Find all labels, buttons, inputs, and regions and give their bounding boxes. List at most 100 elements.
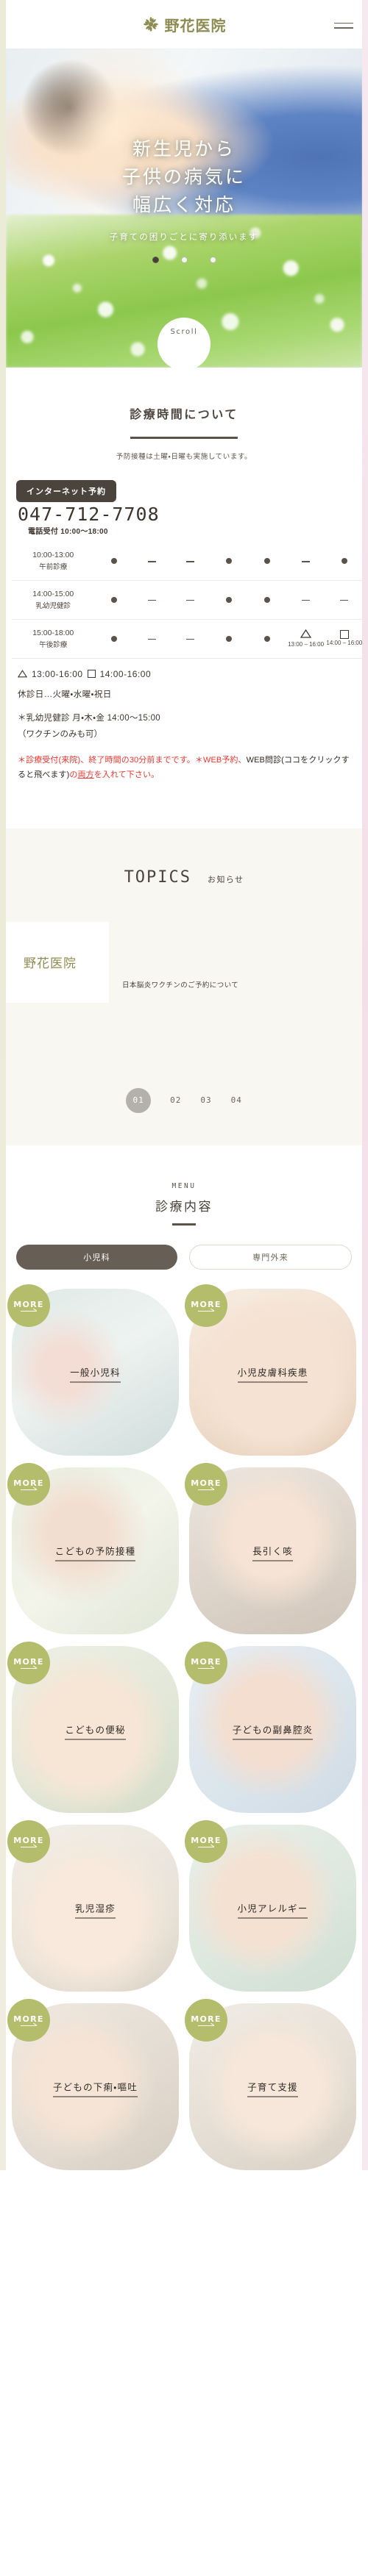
hours-cell-wed (171, 542, 210, 581)
more-label: MORE (13, 1835, 44, 1845)
service-card[interactable]: MORE 一般小児科 (7, 1284, 179, 1456)
open-dot-icon (264, 557, 271, 564)
topics-card[interactable]: 野花医院 日本脳炎ワクチンのご予約について (0, 921, 368, 1003)
warning-part-1: ＊診療受付(来院)、終了時間の30分前までです。＊WEB予約、 (18, 755, 247, 765)
hero-headline-line-3: 幅広く対応 (132, 194, 236, 215)
service-card-label: こどもの便秘 (65, 1724, 126, 1740)
more-badge[interactable]: MORE (7, 1284, 50, 1327)
service-card-label: こどもの予防接種 (54, 1545, 136, 1561)
checkup-note-text: ＊乳幼児健診 月・木・金 14:00〜15:00 (18, 713, 160, 723)
topics-card-body: 日本脳炎ワクチンのご予約について (109, 922, 368, 1003)
table-row: 15:00-18:00 午後診療 13:00 – 16:00 14:00 – 1… (12, 619, 364, 659)
service-card-label-wrap: 子育て支援 (189, 2080, 356, 2097)
legend-square-text: 14:00-16:00 (99, 668, 152, 679)
topics-pagination[interactable]: 01 02 03 04 (0, 1087, 368, 1113)
hours-cell-thu (210, 580, 249, 620)
more-badge[interactable]: MORE (185, 1998, 227, 2042)
more-label: MORE (13, 2014, 44, 2024)
triangle-icon (300, 629, 312, 638)
hours-vaccination-note: 予防接種は土曜・日曜も実施しています。 (116, 453, 252, 461)
service-card[interactable]: MORE 長引く咳 (185, 1462, 356, 1634)
closed-dash-icon (302, 561, 311, 562)
closed-dash-icon (148, 600, 157, 601)
hours-cell-thu (210, 619, 249, 659)
hero-slider-dot-3[interactable] (209, 257, 216, 263)
hamburger-menu-icon[interactable] (334, 19, 353, 29)
closed-days-text: 休診日…火曜・水曜・祝日 (18, 690, 112, 699)
menu-tabs: 小児科 専門外来 (0, 1226, 368, 1270)
hours-table: 10:00-13:00 午前診療 14:00-15:00 乳幼児健診 15:00… (12, 542, 364, 659)
service-card[interactable]: MORE 小児アレルギー (185, 1820, 356, 1992)
arrow-right-icon (21, 2025, 37, 2026)
hamburger-bar (334, 23, 353, 24)
topics-page-04[interactable]: 04 (231, 1095, 242, 1105)
hours-cell-sun (325, 580, 364, 620)
service-card-label-wrap: 小児皮膚科疾患 (189, 1365, 356, 1383)
hours-cell-tue (132, 542, 171, 581)
hours-cell-tue (132, 619, 171, 659)
hours-cell-fri (248, 619, 287, 659)
topics-header: TOPICS お知らせ (0, 868, 368, 887)
consultation-hours-section: 診療時間について 予防接種は土曜・日曜も実施しています。 インターネット予約 0… (0, 368, 368, 790)
service-card[interactable]: MORE 小児皮膚科疾患 (185, 1284, 356, 1456)
more-badge[interactable]: MORE (185, 1641, 227, 1684)
more-badge[interactable]: MORE (7, 1998, 50, 2042)
arrow-right-icon (198, 1667, 214, 1669)
hero-subheadline: 子育ての困りごとに寄り添います (109, 232, 259, 242)
more-badge[interactable]: MORE (185, 1462, 227, 1506)
service-card[interactable]: MORE 乳児湿疹 (7, 1820, 179, 1992)
more-label: MORE (13, 1299, 44, 1309)
hero-slider-dots[interactable] (6, 257, 362, 263)
arrow-right-icon (198, 1489, 214, 1490)
hero-slider-dot-2[interactable] (180, 257, 188, 263)
more-badge[interactable]: MORE (185, 1284, 227, 1327)
service-card[interactable]: MORE 子どもの下痢・嘔吐 (7, 1998, 179, 2170)
scroll-indicator[interactable]: Scroll (158, 318, 210, 368)
hours-row-time: 15:00-18:00 (32, 628, 74, 637)
open-dot-icon (226, 557, 233, 564)
hero-headline-line-2: 子供の病気に (121, 166, 246, 187)
hero-slider-dot-1[interactable] (152, 257, 159, 263)
more-badge[interactable]: MORE (7, 1820, 50, 1863)
arrow-right-icon (198, 2025, 214, 2026)
open-dot-icon (110, 596, 117, 603)
tab-specialty-clinic[interactable]: 専門外来 (189, 1244, 352, 1270)
service-card[interactable]: MORE こどもの予防接種 (7, 1462, 179, 1634)
service-card-label-wrap: 子どもの下痢・嘔吐 (12, 2080, 179, 2097)
hours-booking-block: インターネット予約 047-712-7708 電話受付 10:00〜18:00 … (0, 480, 368, 790)
more-badge[interactable]: MORE (185, 1820, 227, 1863)
internet-booking-button[interactable]: インターネット予約 (16, 480, 116, 502)
hours-row-name: 午前診療 (39, 562, 68, 571)
service-card[interactable]: MORE こどもの便秘 (7, 1641, 179, 1813)
closed-dash-icon (340, 600, 349, 601)
hours-cell-mon (94, 542, 133, 581)
square-icon (339, 630, 349, 640)
hero-headline: 新生児から 子供の病気に 幅広く対応 (6, 135, 362, 219)
topics-page-01[interactable]: 01 (126, 1087, 152, 1113)
service-card-label: 子育て支援 (247, 2081, 298, 2097)
menu-title-jp: 診療内容 (155, 1199, 213, 1214)
service-card-label: 小児皮膚科疾患 (237, 1367, 308, 1383)
service-card[interactable]: MORE 子どもの副鼻腔炎 (185, 1641, 356, 1813)
page-frame: 野花医院 新生児から 子供の病気に 幅広く対応 子育ての困りごとに寄り添います … (0, 0, 368, 2170)
clinic-phone-number[interactable]: 047-712-7708 (18, 504, 361, 525)
topics-page-03[interactable]: 03 (200, 1095, 211, 1105)
menu-section: MENU 診療内容 小児科 専門外来 MORE 一般小児科 MORE 小児皮膚科… (0, 1145, 368, 2170)
triangle-icon (18, 670, 27, 678)
more-badge[interactable]: MORE (7, 1641, 50, 1684)
more-label: MORE (191, 1835, 222, 1845)
open-dot-icon (264, 635, 271, 642)
tab-pediatrics[interactable]: 小児科 (16, 1244, 177, 1270)
flower-icon (143, 17, 158, 32)
topics-page-02[interactable]: 02 (170, 1095, 181, 1105)
brand-logo[interactable]: 野花医院 (142, 14, 227, 35)
more-label: MORE (13, 1656, 44, 1667)
more-badge[interactable]: MORE (7, 1462, 50, 1506)
topics-card-thumb-brand: 野花医院 (24, 956, 77, 972)
warning-part-4: い。 (142, 770, 160, 780)
topics-card-title: 日本脳炎ワクチンのご予約について (122, 981, 239, 990)
service-card[interactable]: MORE 子育て支援 (185, 1998, 356, 2170)
hours-row-time: 14:00-15:00 (32, 589, 74, 598)
hours-cell-sat (286, 542, 325, 581)
hero-slider[interactable]: 新生児から 子供の病気に 幅広く対応 子育ての困りごとに寄り添います Scrol… (6, 49, 362, 368)
